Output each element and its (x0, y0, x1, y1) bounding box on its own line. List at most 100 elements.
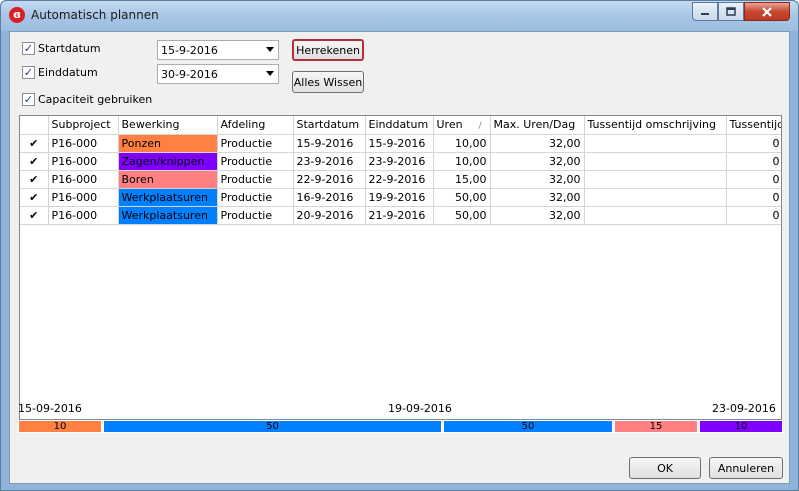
cell-max-uren[interactable]: 32,00 (490, 152, 585, 171)
cell-einddatum[interactable]: 22-9-2016 (365, 170, 434, 189)
startdatum-checkbox[interactable]: ✓ (22, 42, 35, 55)
column-header-uren[interactable]: Uren / (433, 116, 491, 135)
cell-tussentijd-omschrijving[interactable] (584, 206, 727, 225)
column-header-tussentijd[interactable]: Tussentijd (726, 116, 781, 135)
einddatum-dropdown[interactable]: 30-9-2016 (157, 64, 279, 84)
cell-startdatum[interactable]: 20-9-2016 (293, 206, 366, 225)
startdatum-dropdown[interactable]: 15-9-2016 (157, 40, 279, 60)
cell-startdatum[interactable]: 16-9-2016 (293, 188, 366, 207)
cell-max-uren[interactable]: 32,00 (490, 206, 585, 225)
row-checkbox[interactable]: ✔ (20, 152, 49, 171)
column-header-subproject[interactable]: Subproject (48, 116, 119, 135)
einddatum-checkbox[interactable]: ✓ (22, 66, 35, 79)
cell-afdeling[interactable]: Productie (217, 188, 294, 207)
row-checkbox[interactable]: ✔ (20, 206, 49, 225)
timeline-segment: 10 (699, 420, 783, 433)
column-header-einddatum[interactable]: Einddatum (365, 116, 434, 135)
cell-tussentijd-omschrijving[interactable] (584, 134, 727, 153)
cell-bewerking[interactable]: Ponzen (118, 134, 218, 153)
table-row[interactable]: ✔ P16-000 Werkplaatsuren Productie 20-9-2016… (20, 206, 781, 225)
chevron-down-icon[interactable] (266, 71, 274, 76)
cell-startdatum[interactable]: 22-9-2016 (293, 170, 366, 189)
cell-einddatum[interactable]: 23-9-2016 (365, 152, 434, 171)
cell-subproject[interactable]: P16-000 (48, 188, 119, 207)
cell-tussentijd[interactable]: 0 (726, 188, 781, 207)
cell-uren[interactable]: 10,00 (433, 152, 491, 171)
chevron-down-icon[interactable] (266, 47, 274, 52)
column-header-bewerking[interactable]: Bewerking (118, 116, 218, 135)
timeline-mid-label: 19-09-2016 (388, 402, 452, 415)
maximize-icon (726, 6, 736, 16)
cell-bewerking[interactable]: Werkplaatsuren (118, 206, 218, 225)
cell-einddatum[interactable]: 19-9-2016 (365, 188, 434, 207)
cell-einddatum[interactable]: 21-9-2016 (365, 206, 434, 225)
app-logo-icon: ɞ (9, 7, 25, 23)
einddatum-value: 30-9-2016 (161, 67, 218, 81)
startdatum-value: 15-9-2016 (161, 43, 218, 57)
close-button[interactable] (744, 2, 790, 21)
cell-afdeling[interactable]: Productie (217, 134, 294, 153)
cell-tussentijd[interactable]: 0 (726, 134, 781, 153)
minimize-button[interactable] (692, 2, 718, 21)
ok-button[interactable]: OK (629, 457, 701, 479)
cell-uren[interactable]: 50,00 (433, 206, 491, 225)
cell-startdatum[interactable]: 23-9-2016 (293, 152, 366, 171)
cell-bewerking[interactable]: Boren (118, 170, 218, 189)
cell-afdeling[interactable]: Productie (217, 206, 294, 225)
herrekenen-button[interactable]: Herrekenen (292, 39, 364, 61)
startdatum-checkbox-row[interactable]: ✓ Startdatum (22, 42, 101, 55)
cell-bewerking[interactable]: Zagen/knippen (118, 152, 218, 171)
cell-afdeling[interactable]: Productie (217, 152, 294, 171)
table-row[interactable]: ✔ P16-000 Ponzen Productie 15-9-2016 15-9-201… (20, 134, 781, 153)
table-row[interactable]: ✔ P16-000 Boren Productie 22-9-2016 22-9-2016… (20, 170, 781, 189)
startdatum-label: Startdatum (38, 42, 101, 55)
column-header-afdeling[interactable]: Afdeling (217, 116, 294, 135)
cell-subproject[interactable]: P16-000 (48, 206, 119, 225)
cell-max-uren[interactable]: 32,00 (490, 188, 585, 207)
close-icon (762, 6, 772, 17)
cell-tussentijd-omschrijving[interactable] (584, 170, 727, 189)
cell-bewerking[interactable]: Werkplaatsuren (118, 188, 218, 207)
column-header-max-uren[interactable]: Max. Uren/Dag (490, 116, 585, 135)
column-header-startdatum[interactable]: Startdatum (293, 116, 366, 135)
cell-tussentijd-omschrijving[interactable] (584, 188, 727, 207)
app-window: ɞ Automatisch plannen ✓ Startdatum 15-9-… (0, 0, 799, 491)
cell-max-uren[interactable]: 32,00 (490, 170, 585, 189)
cell-tussentijd[interactable]: 0 (726, 206, 781, 225)
cell-uren[interactable]: 50,00 (433, 188, 491, 207)
capaciteit-checkbox-row[interactable]: ✓ Capaciteit gebruiken (22, 93, 152, 106)
table-row[interactable]: ✔ P16-000 Zagen/knippen Productie 23-9-2016 2… (20, 152, 781, 171)
capaciteit-checkbox[interactable]: ✓ (22, 93, 35, 106)
planning-grid[interactable]: Subproject Bewerking Afdeling Startdatum… (19, 115, 782, 420)
window-title: Automatisch plannen (31, 8, 159, 22)
einddatum-label: Einddatum (38, 66, 98, 79)
row-checkbox[interactable]: ✔ (20, 188, 49, 207)
table-row[interactable]: ✔ P16-000 Werkplaatsuren Productie 16-9-2016… (20, 188, 781, 207)
einddatum-checkbox-row[interactable]: ✓ Einddatum (22, 66, 98, 79)
maximize-button[interactable] (718, 2, 744, 21)
annuleren-button[interactable]: Annuleren (709, 457, 783, 479)
cell-subproject[interactable]: P16-000 (48, 134, 119, 153)
row-checkbox[interactable]: ✔ (20, 170, 49, 189)
column-header-tussentijd-omschrijving[interactable]: Tussentijd omschrijving (584, 116, 727, 135)
cell-subproject[interactable]: P16-000 (48, 170, 119, 189)
alles-wissen-button[interactable]: Alles Wissen (292, 71, 364, 93)
cell-max-uren[interactable]: 32,00 (490, 134, 585, 153)
cell-tussentijd-omschrijving[interactable] (584, 152, 727, 171)
column-header-select[interactable] (20, 116, 49, 135)
capaciteit-label: Capaciteit gebruiken (38, 93, 153, 106)
cell-uren[interactable]: 15,00 (433, 170, 491, 189)
grid-body: ✔ P16-000 Ponzen Productie 15-9-2016 15-9-201… (20, 134, 781, 225)
cell-einddatum[interactable]: 15-9-2016 (365, 134, 434, 153)
cell-tussentijd[interactable]: 0 (726, 152, 781, 171)
cell-uren[interactable]: 10,00 (433, 134, 491, 153)
cell-afdeling[interactable]: Productie (217, 170, 294, 189)
cell-tussentijd[interactable]: 0 (726, 170, 781, 189)
title-bar[interactable]: ɞ Automatisch plannen (1, 1, 798, 31)
cell-startdatum[interactable]: 15-9-2016 (293, 134, 366, 153)
cell-subproject[interactable]: P16-000 (48, 152, 119, 171)
row-checkbox[interactable]: ✔ (20, 134, 49, 153)
minimize-icon (701, 12, 709, 15)
timeline-start-label: 15-09-2016 (18, 402, 82, 415)
timeline-segment: 50 (103, 420, 442, 433)
